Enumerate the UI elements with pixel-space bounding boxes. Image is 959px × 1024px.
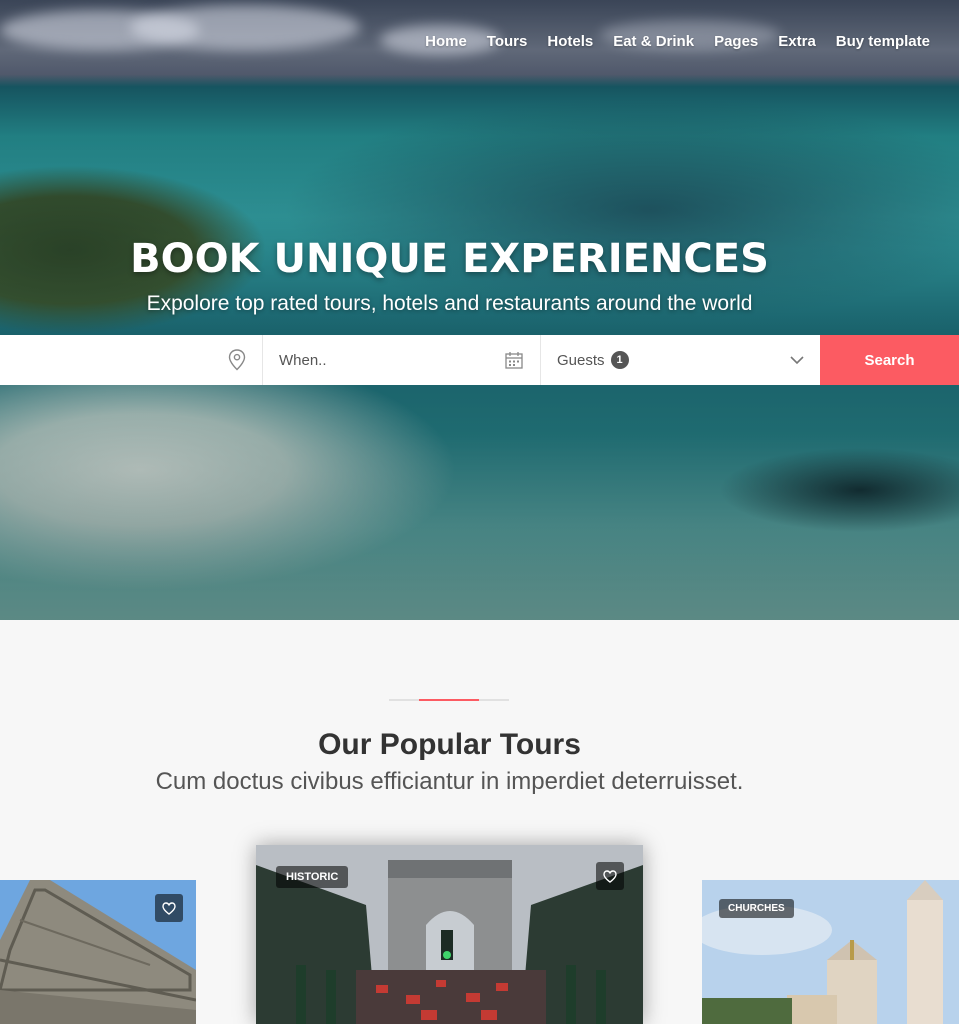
where-input[interactable] [0,335,263,385]
heart-icon [162,901,176,915]
map-pin-icon [228,349,246,371]
nav-item-buy-template[interactable]: Buy template [836,33,930,50]
nav-item-extra[interactable]: Extra [778,33,816,50]
when-placeholder: When.. [279,351,327,369]
category-tag: CHURCHES [719,899,794,918]
hero-banner: Home Tours Hotels Eat & Drink Pages Extr… [0,0,959,620]
category-tag: HISTORIC [276,866,349,888]
nav-item-home[interactable]: Home [425,33,467,50]
nav-item-tours[interactable]: Tours [487,33,528,50]
section-subtitle: Cum doctus civibus efficiantur in imperd… [155,768,744,795]
tour-card-featured[interactable]: HISTORIC [256,845,643,1024]
nav-item-pages[interactable]: Pages [714,33,758,50]
tour-card[interactable] [0,880,196,1024]
calendar-icon [505,352,523,369]
cloud-decoration [130,5,360,50]
section-divider-accent [419,699,479,701]
tour-card[interactable]: CHURCHES [702,880,959,1024]
guests-label: Guests [557,351,605,369]
hero-subtitle: Expolore top rated tours, hotels and res… [146,292,753,315]
search-bar: When.. Guests 1 Search [0,335,959,385]
nav-item-hotels[interactable]: Hotels [547,33,593,50]
guests-count-badge: 1 [610,351,629,369]
chevron-down-icon [790,356,804,365]
guests-dropdown[interactable]: Guests 1 [541,335,820,385]
search-button[interactable]: Search [820,335,959,385]
nav-item-eat-drink[interactable]: Eat & Drink [613,33,694,50]
heart-icon [603,869,617,883]
favorite-button[interactable] [155,894,183,922]
main-nav: Home Tours Hotels Eat & Drink Pages Extr… [405,33,930,50]
when-input[interactable]: When.. [263,335,541,385]
hero-title: BOOK UNIQUE EXPERIENCES [130,236,769,282]
favorite-button[interactable] [596,862,624,890]
section-title: Our Popular Tours [318,728,581,761]
